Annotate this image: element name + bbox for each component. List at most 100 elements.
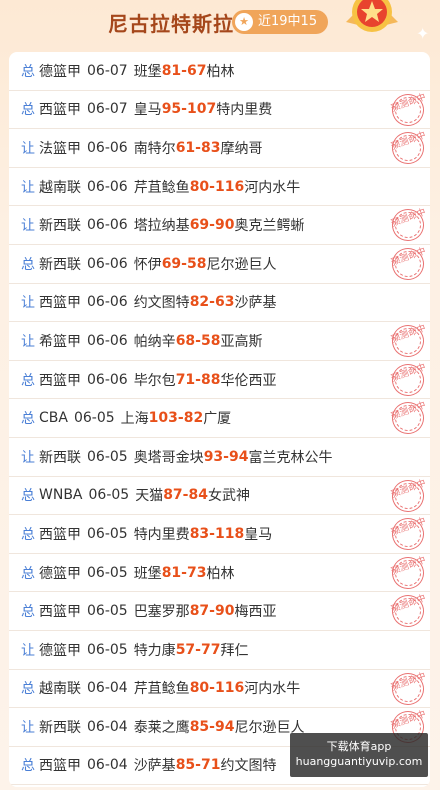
list-item[interactable]: 总西篮甲 06-05 特内里费 83 - 118 皇马 预测命中: [9, 513, 430, 555]
list-item[interactable]: 总 WNBA 06-05 天猫 87 - 84 女武神 预测命中: [9, 475, 430, 517]
hit-stamp-icon: 预测命中: [387, 204, 429, 246]
away-team: 河内水牛: [244, 179, 301, 196]
header: 尼古拉特斯拉 ★ 近19中15 ✦: [0, 0, 440, 48]
match-date: 06-05: [73, 410, 115, 427]
away-team: 柏林: [206, 565, 235, 582]
league-name: 西篮甲: [39, 604, 81, 621]
list-item[interactable]: 总 CBA 06-05 上海 103 - 82 广厦 预测命中: [9, 397, 430, 439]
home-score: 61: [175, 139, 196, 156]
home-score: 68: [175, 332, 196, 349]
league-name: CBA: [39, 410, 68, 427]
list-item[interactable]: 让德篮甲 06-05 特力康 57 - 77 拜仁: [9, 631, 430, 670]
away-team: 亚高斯: [220, 333, 263, 350]
list-item[interactable]: 让新西联 06-05 奥塔哥金块 93 - 94 富兰克林公牛: [9, 438, 430, 477]
list-item[interactable]: 总西篮甲 06-06 毕尔包 71 - 88 华伦西亚 预测命中: [9, 359, 430, 401]
list-item[interactable]: 让西篮甲 06-06 约文图特 82 - 63 沙萨基: [9, 284, 430, 323]
away-score: 77: [200, 641, 221, 658]
league-name: 西篮甲: [39, 526, 81, 543]
home-team: 沙萨基: [133, 758, 176, 775]
away-score: 94: [214, 718, 235, 735]
match-date: 06-05: [87, 448, 128, 465]
away-team: 女武神: [207, 488, 250, 505]
list-item[interactable]: 总新西联 06-06 怀伊 69 - 58 尼尔逊巨人 预测命中: [9, 243, 430, 285]
home-score: 93: [203, 448, 224, 465]
match-date: 06-06: [87, 178, 128, 195]
list-item[interactable]: 总德篮甲 06-07 班堡 81 - 67 柏林: [9, 52, 430, 91]
bet-type: 总: [21, 488, 35, 505]
league-name: 希篮甲: [39, 333, 81, 350]
away-team: 摩纳哥: [220, 140, 263, 157]
match-date: 06-05: [87, 641, 128, 658]
away-team: 尼尔逊巨人: [206, 256, 277, 273]
bet-type: 让: [21, 333, 35, 350]
match-date: 06-06: [87, 332, 128, 349]
prediction-list: 总德篮甲 06-07 班堡 81 - 67 柏林总西篮甲 06-07 皇马 95 - 107 特…: [9, 52, 430, 787]
bet-type: 总: [21, 758, 35, 775]
away-team: 皇马: [244, 526, 273, 543]
hit-stamp-icon: 预测命中: [387, 667, 429, 710]
bet-type: 让: [21, 140, 35, 157]
watermark: 下载体育app huangguantiyuvip.com: [290, 733, 428, 777]
league-name: 德篮甲: [39, 565, 81, 582]
home-score: 71: [175, 371, 196, 388]
league-name: 西篮甲: [39, 295, 81, 312]
league-name: WNBA: [39, 487, 83, 504]
away-team: 柏林: [206, 63, 235, 80]
league-name: 西篮甲: [39, 758, 81, 775]
away-team: 约文图特: [220, 758, 277, 775]
medal-icon: [346, 0, 398, 32]
home-team: 怀伊: [133, 256, 162, 273]
list-item[interactable]: 让法篮甲 06-06 南特尔 61 - 83 摩纳哥 预测命中: [9, 127, 430, 169]
list-item[interactable]: 总德篮甲 06-05 班堡 81 - 73 柏林 预测命中: [9, 552, 430, 594]
list-item[interactable]: 总西篮甲 06-07 皇马 95 - 107 特内里费 预测命中: [9, 89, 430, 131]
away-score: 90: [214, 603, 235, 620]
home-team: 南特尔: [133, 140, 176, 157]
away-score: 82: [183, 410, 204, 427]
hit-stamp-icon: 预测命中: [387, 243, 429, 285]
match-date: 06-06: [87, 255, 128, 272]
away-team: 拜仁: [220, 642, 249, 659]
away-team: 奥克兰鳄蜥: [234, 218, 305, 235]
away-score: 63: [214, 294, 235, 311]
home-team: 泰莱之鹰: [133, 719, 190, 736]
list-item[interactable]: 让希篮甲 06-06 帕纳辛 68 - 58 亚高斯 预测命中: [9, 320, 430, 362]
home-score: 82: [189, 294, 210, 311]
away-score: 83: [200, 139, 221, 156]
expert-name: 尼古拉特斯拉: [108, 12, 234, 36]
home-team: 帕纳辛: [133, 333, 176, 350]
match-date: 06-07: [87, 62, 128, 79]
away-score: 116: [214, 178, 245, 195]
bet-type: 总: [21, 256, 35, 273]
home-score: 85: [175, 757, 196, 774]
home-team: 班堡: [133, 565, 162, 582]
league-name: 新西联: [39, 449, 81, 466]
away-score: 107: [186, 101, 217, 118]
away-team: 富兰克林公牛: [248, 449, 333, 466]
home-score: 87: [189, 603, 210, 620]
league-name: 西篮甲: [39, 372, 81, 389]
home-score: 69: [161, 255, 182, 272]
league-name: 德篮甲: [39, 642, 81, 659]
league-name: 越南联: [39, 179, 81, 196]
home-team: 皇马: [133, 102, 162, 119]
bet-type: 让: [21, 218, 35, 235]
home-score: 81: [161, 62, 182, 79]
away-score: 58: [200, 332, 221, 349]
away-team: 华伦西亚: [220, 372, 277, 389]
list-item[interactable]: 总越南联 06-04 芹苴鲶鱼 80 - 116 河内水牛 预测命中: [9, 667, 430, 710]
list-item[interactable]: 让新西联 06-06 塔拉纳基 69 - 90 奥克兰鳄蜥 预测命中: [9, 204, 430, 246]
away-score: 94: [228, 448, 249, 465]
list-item[interactable]: 让越南联 06-06 芹苴鲶鱼 80 - 116 河内水牛: [9, 168, 430, 207]
match-date: 06-04: [87, 718, 128, 735]
hit-stamp-icon: 预测命中: [387, 397, 429, 439]
match-date: 06-05: [87, 564, 128, 581]
match-date: 06-06: [87, 217, 128, 234]
home-team: 巴塞罗那: [133, 604, 190, 621]
home-score: 87: [163, 487, 183, 504]
bet-type: 总: [21, 372, 35, 389]
home-team: 塔拉纳基: [133, 218, 190, 235]
away-team: 梅西亚: [234, 604, 277, 621]
list-item[interactable]: 总西篮甲 06-05 巴塞罗那 87 - 90 梅西亚 预测命中: [9, 590, 430, 632]
record-badge: ★ 近19中15: [232, 10, 328, 34]
match-date: 06-06: [87, 371, 128, 388]
